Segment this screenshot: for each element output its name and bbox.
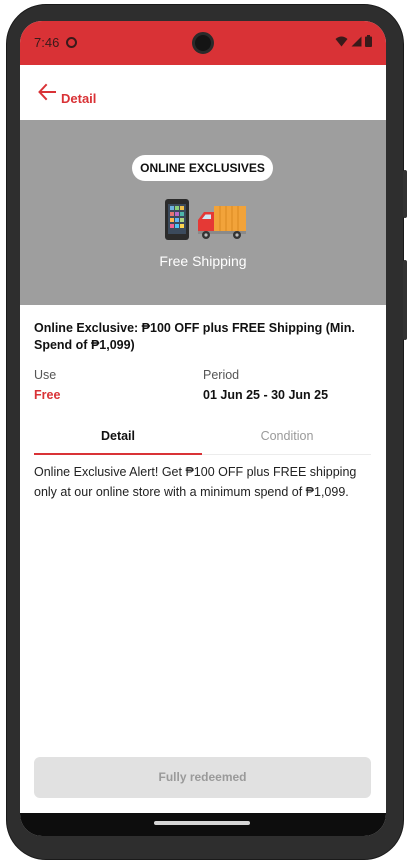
offer-title: Online Exclusive: ₱100 OFF plus FREE Shi… <box>34 321 355 352</box>
delivery-truck-icon <box>198 206 246 239</box>
screen: 7:46 Detail ONLINE EXCLUSIVES Free Shipp… <box>20 21 386 836</box>
use-label: Use <box>34 368 57 382</box>
back-arrow-icon[interactable] <box>37 82 57 102</box>
offer-description: Online Exclusive Alert! Get ₱100 OFF plu… <box>34 465 357 499</box>
home-gesture-handle[interactable] <box>154 821 250 825</box>
battery-icon <box>365 35 372 47</box>
page-title: Detail <box>61 91 97 106</box>
app-header: Detail <box>20 65 386 120</box>
system-nav-bar <box>20 813 386 836</box>
fully-redeemed-button[interactable]: Fully redeemed <box>34 757 371 798</box>
volume-button <box>403 260 407 340</box>
detail-tabs: Detail Condition <box>34 421 371 455</box>
status-icons <box>335 35 372 47</box>
device: 7:46 Detail ONLINE EXCLUSIVES Free Shipp… <box>0 0 411 863</box>
status-time: 7:46 <box>34 35 60 50</box>
online-exclusives-badge: ONLINE EXCLUSIVES <box>132 155 273 181</box>
front-camera <box>192 32 214 54</box>
mobile-phone-icon <box>165 199 189 240</box>
power-button <box>403 170 407 218</box>
wifi-icon <box>335 36 348 46</box>
status-notification-icon <box>66 37 77 48</box>
signal-icon <box>351 36 362 46</box>
period-label: Period <box>203 368 240 382</box>
offer-banner: ONLINE EXCLUSIVES Free Shipping <box>20 120 386 305</box>
tab-detail[interactable]: Detail <box>34 421 202 455</box>
status-bar: 7:46 <box>20 21 386 65</box>
tab-condition[interactable]: Condition <box>203 421 371 455</box>
banner-caption: Free Shipping <box>159 253 247 269</box>
period-value: 01 Jun 25 - 30 Jun 25 <box>203 388 329 402</box>
use-value: Free <box>34 388 61 402</box>
banner-illustration <box>165 199 246 240</box>
